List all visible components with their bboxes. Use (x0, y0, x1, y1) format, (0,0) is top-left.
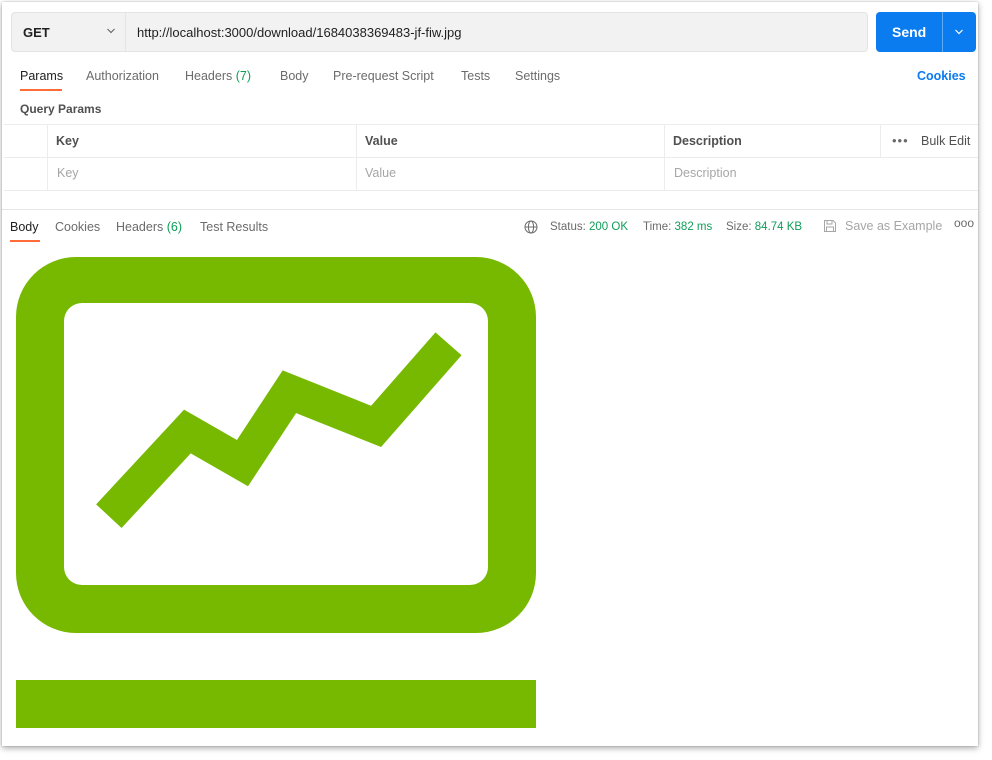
value-input[interactable]: Value (365, 166, 396, 180)
size-value: 84.74 KB (754, 221, 803, 233)
tab-body[interactable]: Body (280, 69, 309, 83)
response-divider (2, 209, 978, 210)
column-header-key: Key (56, 134, 79, 148)
tab-params[interactable]: Params (20, 69, 63, 83)
postman-window: GET http://localhost:3000/download/16840… (2, 2, 978, 746)
bulk-edit-button[interactable]: Bulk Edit (921, 134, 970, 148)
table-col-divider (880, 124, 881, 157)
size-label: Size: (726, 221, 752, 233)
time-label: Time: (643, 221, 672, 233)
active-tab-underline (20, 89, 62, 91)
response-time[interactable]: Time: 382 ms (643, 221, 712, 233)
table-border-bottom (4, 190, 978, 191)
request-url-bar: GET http://localhost:3000/download/16840… (11, 12, 868, 52)
trending-chart-monitor-icon (16, 257, 536, 728)
response-tab-test-results[interactable]: Test Results (200, 220, 268, 234)
more-options-button[interactable]: ••• (892, 133, 909, 148)
response-tab-headers[interactable]: Headers (6) (116, 220, 182, 234)
tab-authorization[interactable]: Authorization (86, 69, 159, 83)
table-col-divider (664, 124, 665, 190)
table-row-divider (4, 157, 978, 158)
time-value: 382 ms (674, 221, 713, 233)
chevron-down-icon (107, 28, 115, 34)
send-button[interactable]: Send (876, 12, 976, 52)
tab-headers-count: (7) (235, 69, 252, 83)
method-label: GET (23, 25, 50, 40)
response-status[interactable]: Status: 200 OK (550, 221, 628, 233)
send-divider (942, 12, 943, 52)
response-tab-headers-label: Headers (116, 220, 164, 234)
description-input[interactable]: Description (674, 166, 737, 180)
tab-tests[interactable]: Tests (461, 69, 490, 83)
column-header-value: Value (365, 134, 398, 148)
method-selector[interactable]: GET (12, 13, 126, 51)
key-input[interactable]: Key (57, 166, 79, 180)
save-as-example-button[interactable]: Save as Example (845, 219, 942, 233)
tab-headers-label: Headers (185, 69, 233, 83)
active-tab-underline (10, 240, 40, 242)
url-input[interactable]: http://localhost:3000/download/168403836… (137, 25, 462, 40)
tab-pre-request-script[interactable]: Pre-request Script (333, 69, 434, 83)
chevron-down-icon[interactable] (954, 27, 964, 37)
table-col-divider (47, 124, 48, 190)
globe-icon[interactable] (524, 220, 538, 234)
status-label: Status: (550, 221, 586, 233)
column-header-description: Description (673, 134, 742, 148)
response-tab-body[interactable]: Body (10, 220, 39, 234)
floppy-disk-icon (824, 220, 836, 232)
response-more-button[interactable]: ooo (954, 216, 974, 230)
table-col-divider (356, 124, 357, 190)
query-params-table: Key Value Description ••• Bulk Edit Key … (4, 124, 978, 191)
cookies-link[interactable]: Cookies (917, 69, 966, 83)
query-params-title: Query Params (20, 102, 102, 116)
response-tab-cookies[interactable]: Cookies (55, 220, 100, 234)
table-border-top (4, 124, 978, 125)
tab-settings[interactable]: Settings (515, 69, 560, 83)
send-button-label: Send (892, 24, 927, 40)
tab-headers[interactable]: Headers (7) (185, 69, 251, 83)
response-tab-headers-count: (6) (166, 220, 183, 234)
response-size[interactable]: Size: 84.74 KB (726, 221, 802, 233)
status-value: 200 OK (589, 221, 629, 233)
